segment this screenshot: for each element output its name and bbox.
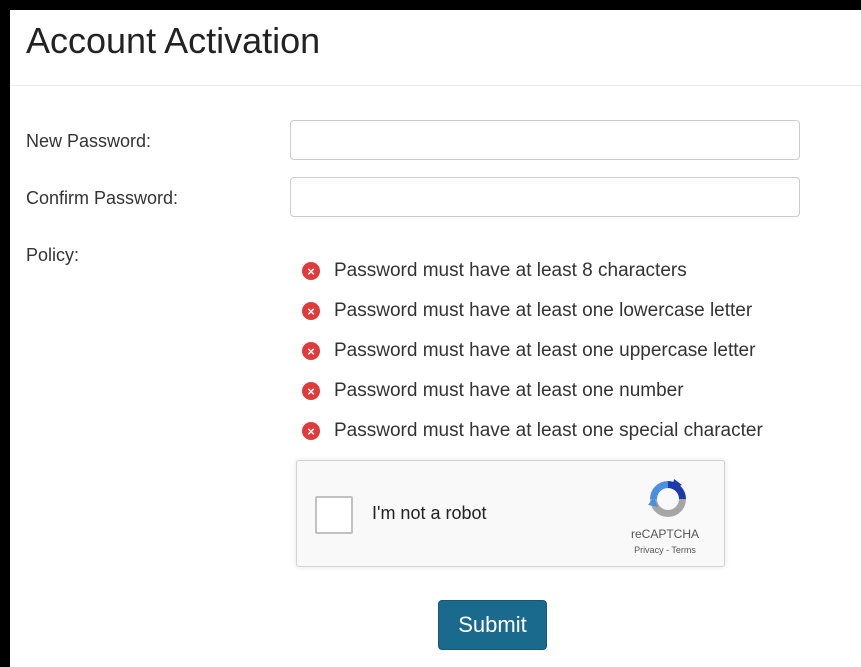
recaptcha-checkbox[interactable] [315,496,353,534]
recaptcha-label: I'm not a robot [372,503,487,523]
recaptcha-privacy-link[interactable]: Privacy [634,545,664,555]
policy-item-text: Password must have at least one special … [334,420,763,441]
title-divider [10,85,861,86]
x-circle-icon: × [302,382,320,400]
recaptcha-links: Privacy - Terms [615,545,715,555]
activation-panel: Account Activation New Password: Confirm… [10,10,861,667]
policy-label: Policy: [26,245,80,265]
policy-item-text: Password must have at least one number [334,380,684,401]
policy-item: × Password must have at least one specia… [302,411,763,451]
recaptcha-terms-link[interactable]: Terms [671,545,696,555]
confirm-password-input[interactable] [290,177,800,217]
page-title: Account Activation [26,20,321,61]
x-circle-icon: × [302,422,320,440]
policy-item-text: Password must have at least 8 characters [334,260,687,281]
policy-item: × Password must have at least one lowerc… [302,291,763,331]
x-circle-icon: × [302,302,320,320]
policy-item-text: Password must have at least one uppercas… [334,340,756,361]
confirm-password-label: Confirm Password: [26,188,179,208]
policy-item: × Password must have at least one number [302,371,763,411]
new-password-label: New Password: [26,131,152,151]
submit-button[interactable]: Submit [438,600,547,650]
policy-item: × Password must have at least one upperc… [302,331,763,371]
new-password-input[interactable] [290,120,800,160]
x-circle-icon: × [302,342,320,360]
x-circle-icon: × [302,262,320,280]
policy-item: × Password must have at least 8 characte… [302,251,763,291]
policy-item-text: Password must have at least one lowercas… [334,300,753,321]
recaptcha-logo-icon [648,479,686,517]
recaptcha-widget: I'm not a robot reCAPTCHA Privacy - Term… [296,460,725,567]
recaptcha-brand: reCAPTCHA [630,527,699,541]
password-policy-list: × Password must have at least 8 characte… [302,251,763,451]
